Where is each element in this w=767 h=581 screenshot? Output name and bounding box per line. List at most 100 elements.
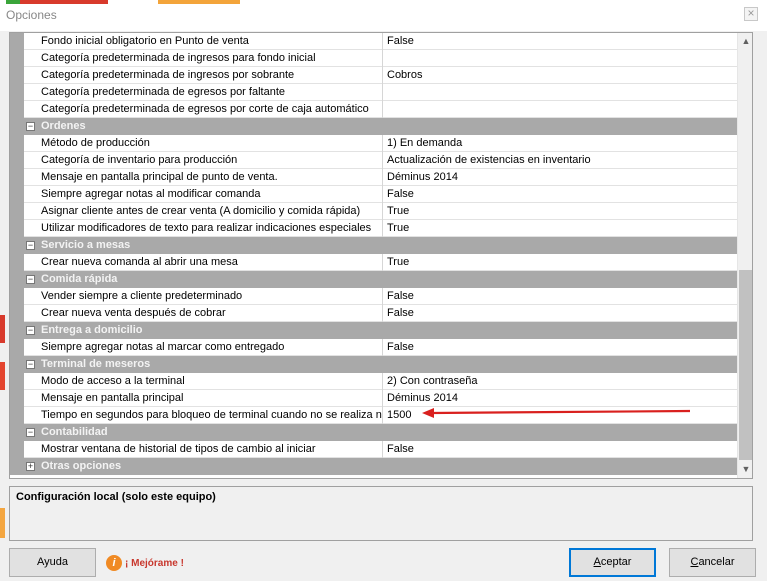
row-gutter	[10, 203, 24, 220]
property-value[interactable]: True	[384, 203, 737, 220]
row-gutter	[10, 254, 24, 271]
category-label: Ordenes	[41, 120, 86, 132]
background-app-strip	[0, 508, 5, 538]
property-row[interactable]: Mensaje en pantalla principal Déminus 201…	[10, 390, 737, 407]
property-value[interactable]: False	[384, 288, 737, 305]
category-label: Contabilidad	[41, 426, 108, 438]
cancel-button[interactable]: Cancelar	[669, 548, 756, 577]
property-name: Siempre agregar notas al modificar coman…	[24, 186, 383, 203]
improve-label: ¡ Mejórame !	[125, 557, 184, 569]
property-name: Categoría predeterminada de ingresos por…	[24, 67, 383, 84]
scroll-up-icon[interactable]: ▲	[738, 33, 752, 50]
property-row[interactable]: Mostrar ventana de historial de tipos de…	[10, 441, 737, 458]
row-gutter	[10, 33, 24, 50]
background-app-strip	[0, 315, 5, 343]
category-row[interactable]: − Ordenes	[10, 118, 737, 135]
category-row[interactable]: − Servicio a mesas	[10, 237, 737, 254]
property-name: Crear nueva comanda al abrir una mesa	[24, 254, 383, 271]
row-gutter	[10, 169, 24, 186]
category-label: Entrega a domicilio	[41, 324, 143, 336]
property-value[interactable]: Cobros	[384, 67, 737, 84]
category-row[interactable]: + Otras opciones	[10, 458, 737, 475]
row-gutter	[10, 220, 24, 237]
help-button[interactable]: Ayuda	[9, 548, 96, 577]
property-row[interactable]: Crear nueva comanda al abrir una mesa Tru…	[10, 254, 737, 271]
row-gutter	[10, 135, 24, 152]
property-grid[interactable]: Fondo inicial obligatorio en Punto de ve…	[9, 32, 753, 479]
category-label: Comida rápida	[41, 273, 118, 285]
property-row[interactable]: Crear nueva venta después de cobrar False	[10, 305, 737, 322]
property-name: Categoría predeterminada de ingresos par…	[24, 50, 383, 67]
property-name: Método de producción	[24, 135, 383, 152]
scroll-down-icon[interactable]: ▼	[738, 461, 752, 478]
background-app-strip	[6, 0, 20, 4]
window-title: Opciones	[6, 8, 57, 22]
property-row[interactable]: Categoría de inventario para producción A…	[10, 152, 737, 169]
property-value[interactable]: False	[384, 441, 737, 458]
category-label: Servicio a mesas	[41, 239, 131, 251]
property-value[interactable]: False	[384, 339, 737, 356]
property-value[interactable]: False	[384, 186, 737, 203]
row-gutter	[10, 50, 24, 67]
row-gutter	[10, 101, 24, 118]
accept-button[interactable]: Aceptar	[569, 548, 656, 577]
row-gutter	[10, 288, 24, 305]
property-name: Modo de acceso a la terminal	[24, 373, 383, 390]
property-row[interactable]: Método de producción 1) En demanda	[10, 135, 737, 152]
property-value[interactable]	[384, 84, 737, 101]
property-row[interactable]: Categoría predeterminada de ingresos por…	[10, 67, 737, 84]
improve-button[interactable]: i ¡ Mejórame !	[106, 552, 184, 574]
property-name: Tiempo en segundos para bloqueo de termi…	[24, 407, 383, 424]
property-value[interactable]: Déminus 2014	[384, 390, 737, 407]
property-name: Asignar cliente antes de crear venta (A …	[24, 203, 383, 220]
property-row[interactable]: Tiempo en segundos para bloqueo de termi…	[10, 407, 737, 424]
vertical-scrollbar[interactable]: ▲ ▼	[737, 33, 752, 478]
property-row[interactable]: Siempre agregar notas al modificar coman…	[10, 186, 737, 203]
property-row[interactable]: Fondo inicial obligatorio en Punto de ve…	[10, 33, 737, 50]
description-title: Configuración local (solo este equipo)	[16, 491, 216, 503]
row-gutter	[10, 339, 24, 356]
property-name: Categoría predeterminada de egresos por …	[24, 101, 383, 118]
property-row[interactable]: Siempre agregar notas al marcar como ent…	[10, 339, 737, 356]
row-gutter	[10, 84, 24, 101]
property-value[interactable]	[384, 50, 737, 67]
property-row[interactable]: Vender siempre a cliente predeterminado F…	[10, 288, 737, 305]
property-rows: Fondo inicial obligatorio en Punto de ve…	[10, 33, 737, 475]
category-label: Otras opciones	[41, 460, 122, 472]
property-value[interactable]	[384, 101, 737, 118]
property-value[interactable]: True	[384, 254, 737, 271]
close-icon: ×	[747, 6, 755, 20]
category-row[interactable]: − Contabilidad	[10, 424, 737, 441]
property-row[interactable]: Asignar cliente antes de crear venta (A …	[10, 203, 737, 220]
property-value[interactable]: False	[384, 33, 737, 50]
row-gutter	[10, 186, 24, 203]
category-row[interactable]: − Comida rápida	[10, 271, 737, 288]
property-row[interactable]: Mensaje en pantalla principal de punto d…	[10, 169, 737, 186]
background-app-strip	[0, 362, 5, 390]
scrollbar-thumb[interactable]	[739, 270, 752, 460]
property-row[interactable]: Categoría predeterminada de egresos por …	[10, 84, 737, 101]
background-app-strip	[158, 0, 240, 4]
category-row[interactable]: − Terminal de meseros	[10, 356, 737, 373]
property-value[interactable]: 1) En demanda	[384, 135, 737, 152]
property-row[interactable]: Modo de acceso a la terminal 2) Con contr…	[10, 373, 737, 390]
description-panel: Configuración local (solo este equipo)	[9, 486, 753, 541]
property-value[interactable]: 1500	[384, 407, 737, 424]
property-name: Utilizar modificadores de texto para rea…	[24, 220, 383, 237]
property-value[interactable]: True	[384, 220, 737, 237]
property-value[interactable]: False	[384, 305, 737, 322]
property-value[interactable]: Déminus 2014	[384, 169, 737, 186]
property-value[interactable]: Actualización de existencias en inventar…	[384, 152, 737, 169]
category-row[interactable]: − Entrega a domicilio	[10, 322, 737, 339]
close-button[interactable]: ×	[744, 7, 758, 21]
background-app-strip	[20, 0, 108, 4]
lightbulb-icon: i	[106, 555, 122, 571]
category-label: Terminal de meseros	[41, 358, 151, 370]
property-value[interactable]: 2) Con contraseña	[384, 373, 737, 390]
property-name: Vender siempre a cliente predeterminado	[24, 288, 383, 305]
property-row[interactable]: Categoría predeterminada de ingresos par…	[10, 50, 737, 67]
property-name: Mensaje en pantalla principal	[24, 390, 383, 407]
row-gutter	[10, 390, 24, 407]
property-row[interactable]: Categoría predeterminada de egresos por …	[10, 101, 737, 118]
property-row[interactable]: Utilizar modificadores de texto para rea…	[10, 220, 737, 237]
